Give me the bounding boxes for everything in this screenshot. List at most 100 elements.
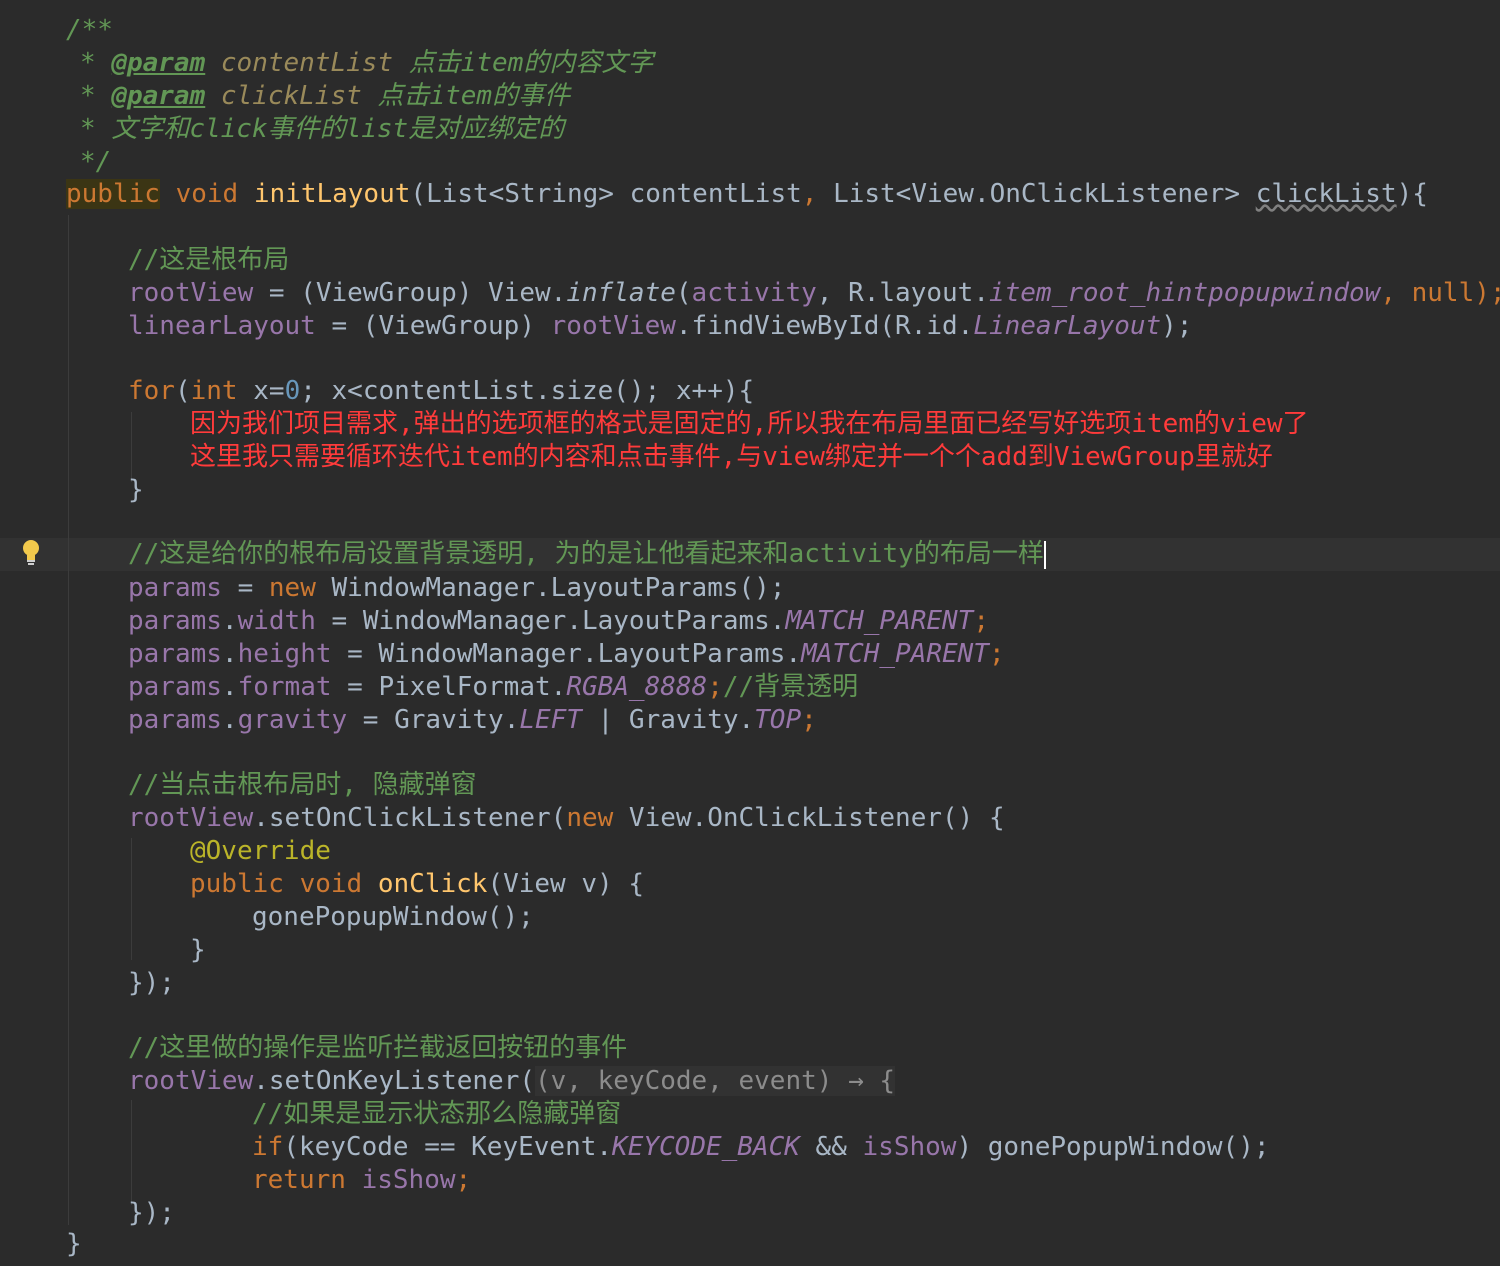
code-text: &&: [799, 1132, 863, 1162]
resource-ref: LinearLayout: [973, 311, 1162, 341]
code-line[interactable]: //这是给你的根布局设置背景透明, 为的是让他看起来和activity的布局一样: [128, 538, 1046, 571]
code-text: (keyCode == KeyEvent.: [283, 1132, 613, 1162]
code-line[interactable]: params.format = PixelFormat.RGBA_8888;//…: [128, 671, 858, 704]
code-line[interactable]: //这里做的操作是监听拦截返回按钮的事件: [128, 1032, 627, 1065]
code-line[interactable]: */: [80, 146, 111, 179]
brace: }: [66, 1229, 82, 1259]
field-ref: height: [237, 639, 332, 669]
constant-ref: KEYCODE_BACK: [612, 1132, 800, 1162]
number-literal: 0: [284, 376, 301, 406]
code-line[interactable]: @Override: [190, 835, 331, 868]
doc-star: *: [80, 81, 96, 111]
keyword-public: public: [66, 179, 160, 209]
code-line[interactable]: * @param clickList 点击item的事件: [80, 80, 570, 113]
code-line[interactable]: gonePopupWindow();: [252, 901, 534, 934]
code-line[interactable]: * @param contentList 点击item的内容文字: [80, 47, 653, 80]
lambda-params: (v, keyCode, event) → {: [535, 1066, 896, 1096]
line-comment: //这是给你的根布局设置背景透明, 为的是让他看起来和activity的布局一样: [128, 539, 1044, 569]
field-ref: params: [128, 606, 222, 636]
param-type: List<String>: [426, 179, 614, 209]
code-line[interactable]: }: [128, 474, 144, 507]
code-text: .: [221, 672, 238, 702]
keyword-new: new: [566, 803, 614, 833]
code-line[interactable]: /**: [66, 14, 113, 47]
brace: }: [190, 935, 206, 965]
field-ref: format: [237, 672, 332, 702]
doc-param-name: clickList: [220, 81, 362, 111]
code-text: .setOnKeyListener(: [253, 1066, 535, 1096]
param-name: contentList: [629, 179, 802, 209]
brace: });: [128, 1198, 175, 1228]
code-text: .: [221, 705, 238, 735]
field-ref: params: [128, 639, 222, 669]
annotation: @Override: [190, 836, 331, 866]
code-line[interactable]: 这里我只需要循环迭代item的内容和点击事件,与view绑定并一个个add到Vi…: [190, 441, 1273, 474]
lightbulb-icon[interactable]: [20, 538, 42, 566]
constant-ref: MATCH_PARENT: [785, 606, 974, 636]
semicolon: ;: [973, 606, 989, 636]
constant-ref: MATCH_PARENT: [801, 639, 989, 669]
doc-param-desc: 点击item的内容文字: [408, 48, 654, 78]
code-text: = (ViewGroup): [315, 311, 551, 341]
field-ref: activity: [691, 278, 817, 308]
doc-note: 文字和click事件的list是对应绑定的: [111, 114, 565, 144]
error-text: 这里我只需要循环迭代item的内容和点击事件,与view绑定并一个个add到Vi…: [190, 442, 1273, 472]
code-line[interactable]: //如果是显示状态那么隐藏弹窗: [252, 1098, 621, 1131]
code-line[interactable]: //这是根布局: [128, 244, 289, 277]
indent-guide: [68, 215, 69, 1225]
code-line[interactable]: rootView.setOnClickListener(new View.OnC…: [128, 802, 1005, 835]
method-name: initLayout: [253, 179, 411, 209]
signature-close: ){: [1396, 179, 1428, 209]
code-line[interactable]: //当点击根布局时, 隐藏弹窗: [128, 769, 477, 802]
keyword-new: new: [268, 573, 316, 603]
brace: });: [128, 968, 175, 998]
method-call: gonePopupWindow();: [252, 902, 534, 932]
param-type: List<View.OnClickListener>: [833, 179, 1241, 209]
param-tag: @param: [111, 81, 206, 111]
code-line[interactable]: });: [128, 967, 175, 1000]
paren: (: [410, 179, 427, 209]
code-line[interactable]: 因为我们项目需求,弹出的选项框的格式是固定的,所以我在布局里面已经写好选项ite…: [190, 408, 1309, 441]
doc-comment-open: /**: [66, 15, 113, 45]
param-tag: @param: [111, 48, 206, 78]
code-line[interactable]: if(keyCode == KeyEvent.KEYCODE_BACK && i…: [252, 1131, 1270, 1164]
code-line[interactable]: return isShow;: [252, 1164, 471, 1197]
keyword-for: for: [128, 376, 175, 406]
keyword-public: public: [190, 869, 284, 899]
code-line[interactable]: for(int x=0; x<contentList.size(); x++){: [128, 375, 754, 408]
code-line[interactable]: }: [66, 1228, 82, 1261]
doc-star: *: [80, 114, 96, 144]
indent-guide: [131, 1100, 132, 1205]
field-ref: params: [128, 573, 222, 603]
line-comment: //如果是显示状态那么隐藏弹窗: [252, 1099, 622, 1129]
code-line[interactable]: params.gravity = Gravity.LEFT | Gravity.…: [128, 704, 817, 737]
code-line[interactable]: public void initLayout(List<String> cont…: [66, 178, 1428, 211]
field-ref: linearLayout: [128, 311, 316, 341]
code-line[interactable]: * 文字和click事件的list是对应绑定的: [80, 113, 564, 146]
code-editor[interactable]: /** * @param contentList 点击item的内容文字 * @…: [0, 0, 1500, 1266]
code-text: (: [174, 376, 191, 406]
code-text: = PixelFormat.: [331, 672, 567, 702]
field-ref: rootView: [550, 311, 676, 341]
code-text: = Gravity.: [347, 705, 520, 735]
keyword-return: return: [252, 1165, 346, 1195]
code-text: );: [1161, 311, 1193, 341]
code-line[interactable]: rootView.setOnKeyListener((v, keyCode, e…: [128, 1065, 896, 1098]
line-comment: //这里做的操作是监听拦截返回按钮的事件: [128, 1033, 628, 1063]
code-line[interactable]: linearLayout = (ViewGroup) rootView.find…: [128, 310, 1192, 343]
doc-star: *: [80, 48, 96, 78]
code-line[interactable]: params = new WindowManager.LayoutParams(…: [128, 572, 785, 605]
editor-gutter[interactable]: [0, 0, 44, 1266]
semicolon: ;: [988, 639, 1005, 669]
field-ref: isShow: [862, 1132, 957, 1162]
code-line[interactable]: });: [128, 1197, 175, 1230]
field-ref: width: [237, 606, 316, 636]
code-text: .findViewById(R.id.: [675, 311, 974, 341]
comma: ,: [801, 179, 818, 209]
code-line[interactable]: params.width = WindowManager.LayoutParam…: [128, 605, 989, 638]
code-line[interactable]: rootView = (ViewGroup) View.inflate(acti…: [128, 277, 1500, 310]
code-line[interactable]: params.height = WindowManager.LayoutPara…: [128, 638, 1005, 671]
code-text: x=: [237, 376, 285, 406]
code-line[interactable]: }: [190, 934, 206, 967]
code-line[interactable]: public void onClick(View v) {: [190, 868, 644, 901]
